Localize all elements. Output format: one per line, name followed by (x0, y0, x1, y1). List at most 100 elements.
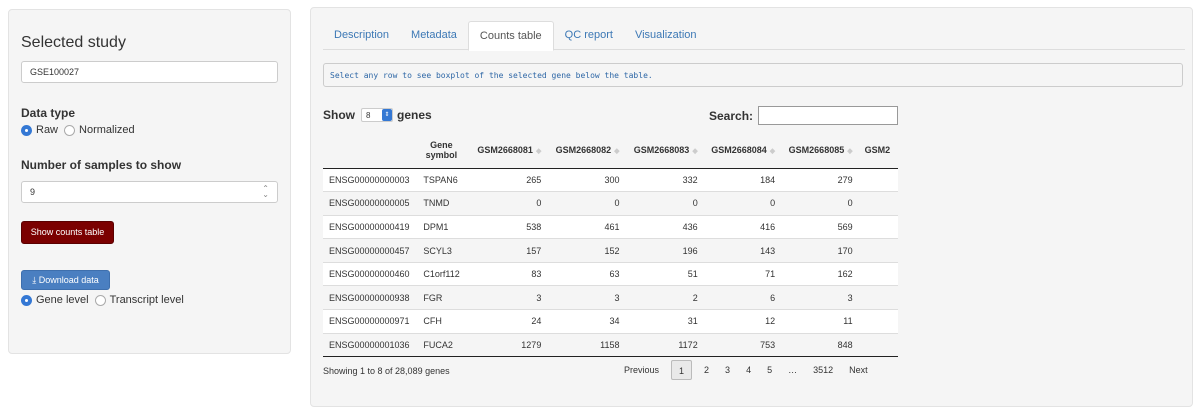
tab-bar: Description Metadata Counts table QC rep… (323, 21, 1185, 51)
table-row[interactable]: ENSG00000000419 DPM1 538 461 436 416 569 (323, 215, 898, 240)
cell-count: 461 (547, 215, 626, 240)
cell-gene-symbol: FUCA2 (417, 333, 470, 358)
column-header-text: GSM2668085 (788, 145, 845, 156)
radio-option-normalized[interactable]: Normalized (64, 124, 135, 136)
table-row[interactable]: ENSG00000000003 TSPAN6 265 300 332 184 2… (323, 168, 898, 193)
table-search: Search: (709, 106, 899, 125)
radio-label-raw: Raw (36, 124, 59, 136)
sort-icon: ◆ (535, 148, 542, 156)
radio-button-icon[interactable] (94, 294, 106, 306)
cell-count: 51 (625, 262, 704, 287)
cell-count (858, 215, 898, 240)
radio-button-checked-icon[interactable] (21, 294, 32, 306)
cell-count (858, 262, 898, 287)
radio-button-checked-icon[interactable] (21, 124, 32, 136)
column-header-text: GSM2668084 (711, 145, 767, 156)
radio-label-normalized: Normalized (79, 124, 135, 136)
tab-visualization[interactable]: Visualization (624, 21, 708, 50)
cell-gene-symbol: C1orf112 (417, 262, 470, 287)
cell-count: 83 (469, 262, 548, 287)
page-length-select[interactable]: 8 ⇕ (361, 108, 393, 122)
cell-gene-symbol: FGR (417, 285, 470, 311)
cell-count: 24 (469, 309, 548, 334)
pagination-page[interactable]: 5 (759, 360, 780, 380)
data-type-label: Data type (21, 106, 76, 120)
column-header-gene-id[interactable] (323, 133, 418, 169)
pagination-page-current[interactable]: 1 (671, 360, 693, 380)
radio-button-icon[interactable] (64, 124, 76, 136)
cell-count: 170 (781, 238, 859, 263)
cell-gene-id: ENSG00000000460 (323, 262, 418, 287)
show-counts-table-button[interactable]: Show counts table (21, 221, 114, 244)
column-header-sample-6[interactable]: GSM2 (858, 133, 898, 169)
search-input[interactable] (758, 106, 899, 125)
cell-count: 3 (781, 285, 859, 311)
pagination-page[interactable]: 3 (717, 360, 738, 380)
cell-gene-symbol: TSPAN6 (417, 168, 470, 193)
stepper-arrows-icon[interactable]: ⌃ ⌄ (262, 185, 269, 199)
cell-count: 279 (781, 168, 859, 193)
cell-gene-id: ENSG00000000938 (323, 285, 418, 311)
pagination-next[interactable]: Next (841, 360, 876, 380)
cell-gene-id: ENSG00000000457 (323, 238, 418, 263)
column-header-gene-symbol[interactable]: Gene symbol (417, 133, 470, 169)
sort-icon: ◆ (769, 148, 776, 156)
tab-qc-report[interactable]: QC report (554, 21, 624, 50)
cell-gene-symbol: SCYL3 (417, 238, 470, 263)
page-length-value: 8 (366, 110, 371, 120)
cell-gene-id: ENSG00000000005 (323, 191, 418, 216)
cell-count (858, 168, 898, 193)
pagination-page[interactable]: 2 (696, 360, 717, 380)
study-input[interactable]: GSE100027 (21, 61, 278, 83)
cell-count: 332 (625, 168, 704, 193)
cell-count: 265 (469, 168, 548, 193)
column-header-sample-2[interactable]: GSM2668082 ◆ (547, 133, 626, 169)
column-header-sample-4[interactable]: GSM2668084 ◆ (703, 133, 782, 169)
table-row[interactable]: ENSG00000000457 SCYL3 157 152 196 143 17… (323, 238, 898, 263)
cell-count: 300 (547, 168, 626, 193)
pagination-page[interactable]: 4 (738, 360, 759, 380)
cell-count: 0 (625, 191, 704, 216)
cell-gene-id: ENSG00000001036 (323, 333, 418, 358)
radio-option-transcript-level[interactable]: Transcript level (94, 294, 184, 306)
cell-count: 0 (703, 191, 782, 216)
cell-count: 0 (547, 191, 626, 216)
genes-label: genes (397, 108, 432, 122)
column-header-sample-5[interactable]: GSM2668085 ◆ (781, 133, 859, 169)
radio-option-gene-level[interactable]: Gene level (21, 294, 89, 306)
cell-count: 569 (781, 215, 859, 240)
counts-table-scroll[interactable]: Gene symbol GSM2668081 ◆ GSM2668082 ◆ GSM2… (323, 133, 898, 358)
table-row[interactable]: ENSG00000000460 C1orf112 83 63 51 71 162 (323, 262, 898, 287)
cell-count: 162 (781, 262, 859, 287)
cell-count: 3 (469, 285, 548, 311)
cell-count: 416 (703, 215, 782, 240)
cell-count: 152 (547, 238, 626, 263)
table-row[interactable]: ENSG00000000971 CFH 24 34 31 12 11 (323, 309, 898, 334)
tab-counts-table[interactable]: Counts table (467, 21, 554, 51)
cell-count: 6 (703, 285, 782, 311)
cell-count: 31 (625, 309, 704, 334)
cell-count: 848 (781, 333, 859, 358)
table-row[interactable]: ENSG00000000938 FGR 3 3 2 6 3 (323, 285, 898, 311)
radio-label-gene-level: Gene level (36, 294, 89, 306)
search-label: Search: (709, 108, 754, 123)
samples-stepper[interactable]: 9 ⌃ ⌄ (21, 181, 278, 203)
table-row[interactable]: ENSG00000001036 FUCA2 1279 1158 1172 753… (323, 333, 898, 358)
tab-description[interactable]: Description (323, 21, 400, 50)
counts-table: Gene symbol GSM2668081 ◆ GSM2668082 ◆ GSM2… (323, 133, 898, 358)
pagination-previous[interactable]: Previous (616, 360, 667, 380)
column-header-sample-3[interactable]: GSM2668083 ◆ (625, 133, 704, 169)
select-arrows-icon: ⇕ (382, 109, 392, 121)
download-data-button[interactable]: ⤓ Download data (21, 270, 110, 290)
column-header-sample-1[interactable]: GSM2668081 ◆ (469, 133, 548, 169)
tab-metadata[interactable]: Metadata (400, 21, 468, 50)
radio-option-raw[interactable]: Raw (21, 124, 58, 136)
cell-count (858, 285, 898, 311)
pagination-page-last[interactable]: 3512 (805, 360, 841, 380)
main-panel: Description Metadata Counts table QC rep… (310, 7, 1193, 407)
table-length-control: Show 8 ⇕ genes (323, 108, 432, 122)
table-row[interactable]: ENSG00000000005 TNMD 0 0 0 0 0 (323, 191, 898, 216)
cell-count: 3 (547, 285, 626, 311)
cell-gene-id: ENSG00000000419 (323, 215, 418, 240)
cell-count: 143 (703, 238, 782, 263)
